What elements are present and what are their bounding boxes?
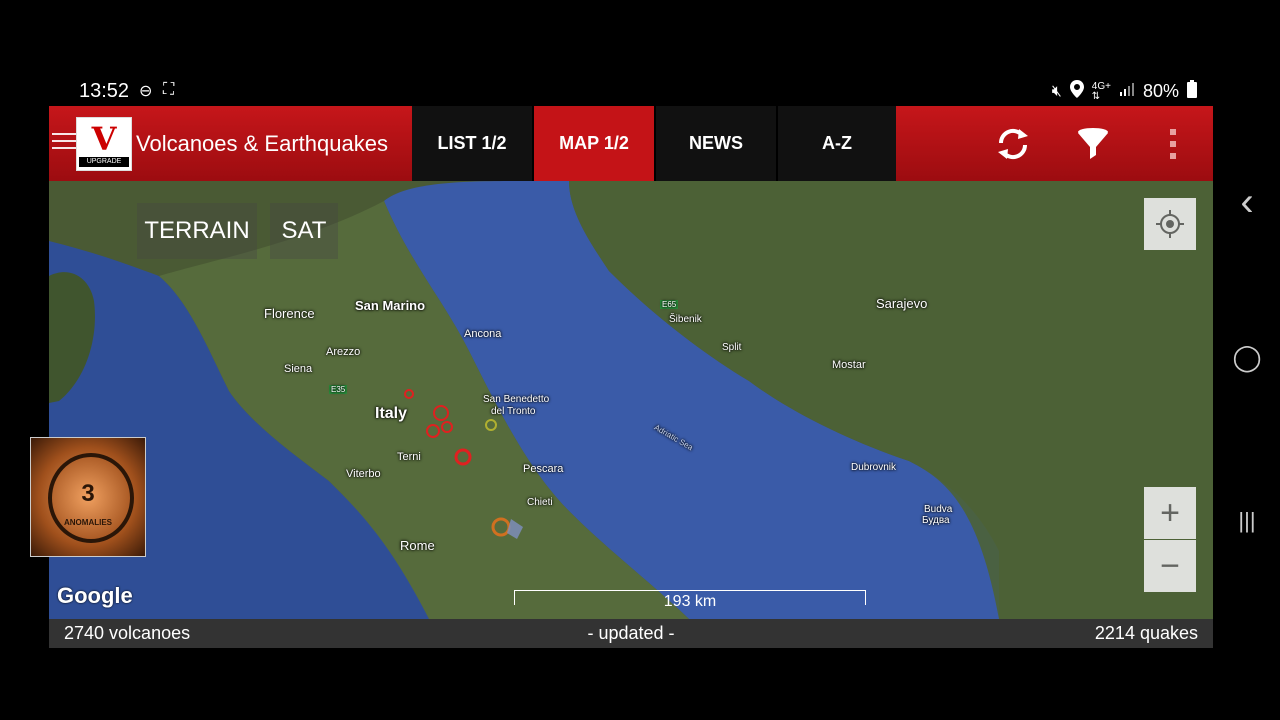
tab-bar: LIST 1/2 MAP 1/2 NEWS A-Z [412, 106, 896, 181]
status-footer: 2740 volcanoes - updated - 2214 quakes [49, 619, 1213, 648]
scale-label: 193 km [663, 593, 717, 610]
map-view[interactable]: TERRAIN SAT Florence San Marino Ancona A… [49, 181, 1213, 619]
map-label-split: Split [722, 342, 742, 353]
home-button[interactable]: ◯ [1224, 342, 1270, 373]
my-location-button[interactable] [1144, 198, 1196, 250]
crosshair-icon [1156, 210, 1184, 238]
android-nav-bar: ‹ ◯ ||| [1224, 180, 1270, 560]
map-label-dubrovnik: Dubrovnik [851, 462, 897, 473]
map-label-del-tronto: del Tronto [491, 406, 536, 417]
zoom-in-button[interactable]: + [1144, 487, 1196, 539]
dnd-icon: ⊖ [139, 83, 153, 100]
mute-icon: 🔇︎ [1051, 82, 1062, 100]
app-title: Volcanoes & Earthquakes [136, 131, 388, 156]
location-icon [1069, 80, 1084, 103]
map-label-arezzo: Arezzo [326, 346, 361, 358]
map-label-mostar: Mostar [832, 359, 866, 371]
map-label-budva: Budva [924, 504, 953, 515]
map-label-sarajevo: Sarajevo [876, 296, 928, 311]
status-time: 13:52 [79, 80, 130, 102]
map-label-viterbo: Viterbo [346, 468, 381, 480]
network-4g-icon: 4G+ ⇅ [1091, 80, 1111, 102]
filter-icon [1078, 127, 1108, 159]
tab-a-z[interactable]: A-Z [778, 106, 896, 181]
sat-button[interactable]: SAT [270, 203, 338, 259]
tab-map[interactable]: MAP 1/2 [534, 106, 656, 181]
update-status: - updated - [587, 623, 675, 643]
zoom-out-button[interactable]: − [1144, 540, 1196, 592]
tab-news[interactable]: NEWS [656, 106, 778, 181]
map-label-ancona: Ancona [464, 328, 502, 340]
screenshot-icon: ⛶ [163, 81, 175, 98]
map-label-e65: E65 [660, 300, 679, 309]
map-label-budva-cyrillic: Будва [922, 515, 950, 526]
battery-percent: 80% [1142, 81, 1179, 101]
status-bar: 13:52 ⊖ ⛶ 🔇︎ 4G+ ⇅ 80% [49, 76, 1213, 106]
map-label-florence: Florence [264, 306, 315, 321]
overflow-menu-icon [1170, 128, 1176, 159]
recents-button[interactable]: ||| [1224, 508, 1270, 534]
terrain-button[interactable]: TERRAIN [137, 203, 257, 259]
map-label-rome: Rome [400, 538, 435, 553]
app-logo[interactable]: V UPGRADE [76, 117, 132, 171]
map-label-terni: Terni [397, 451, 421, 463]
map-label-chieti: Chieti [527, 497, 553, 508]
map-label-e35: E35 [329, 385, 348, 394]
tab-list[interactable]: LIST 1/2 [412, 106, 534, 181]
quake-count: 2214 quakes [1094, 623, 1198, 643]
filter-button[interactable] [1053, 106, 1133, 181]
back-button[interactable]: ‹ [1224, 180, 1270, 225]
logo-letter: V [91, 120, 117, 158]
refresh-button[interactable] [973, 106, 1053, 181]
map-scale-bar: 193 km [514, 590, 866, 610]
avatar-number: 3 [81, 480, 95, 507]
hamburger-menu-icon[interactable] [52, 133, 76, 151]
overflow-menu-button[interactable] [1133, 106, 1213, 181]
map-label-sibenik: Šibenik [669, 314, 702, 325]
avatar-text: ANOMALIES [64, 518, 112, 527]
signal-icon [1119, 81, 1135, 102]
battery-icon [1187, 80, 1197, 103]
map-label-san-benedetto: San Benedetto [483, 394, 550, 405]
map-label-italy: Italy [375, 405, 408, 422]
map-label-pescara: Pescara [523, 463, 564, 475]
app-toolbar: V UPGRADE Volcanoes & Earthquakes LIST 1… [49, 106, 1213, 181]
map-label-siena: Siena [284, 363, 313, 375]
toolbar-actions [973, 106, 1213, 181]
logo-badge: UPGRADE [79, 157, 129, 167]
map-label-san-marino: San Marino [355, 298, 426, 313]
channel-avatar-overlay: 3 ANOMALIES [30, 437, 146, 557]
google-attribution: Google [57, 583, 133, 608]
refresh-icon [998, 128, 1028, 159]
